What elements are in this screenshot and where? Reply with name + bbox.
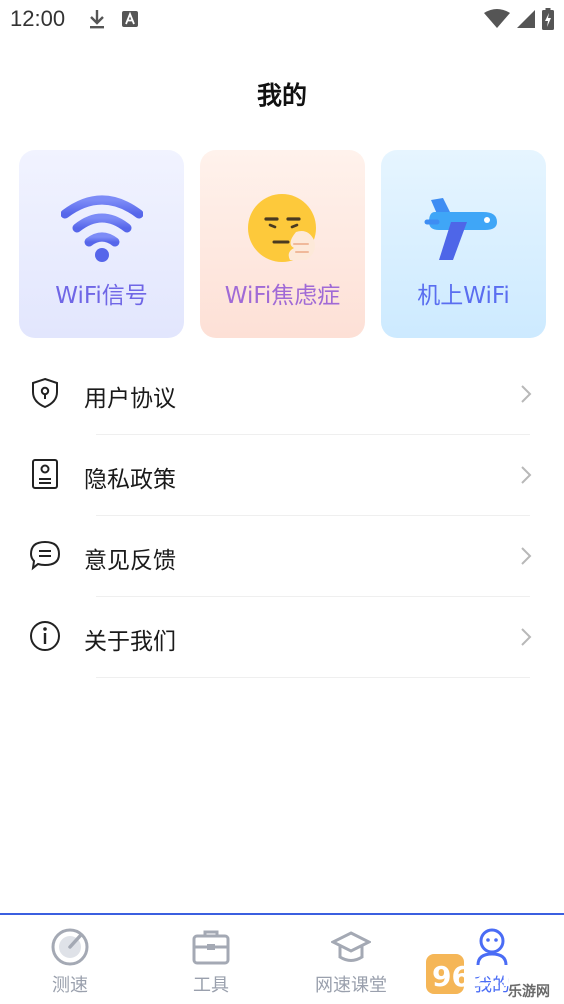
wifi-anxiety-card-label: WiFi焦虑症 (224, 283, 341, 309)
wifi-signal-card[interactable]: WiFi信号 (19, 150, 184, 338)
shield-lock-icon (32, 377, 58, 409)
wifi-signal-icon (484, 9, 510, 28)
wifi-icon (61, 195, 143, 262)
menu-item-feedback[interactable]: 意见反馈 (0, 516, 564, 597)
a-notification-icon (122, 11, 138, 27)
menu-item-label: 关于我们 (84, 629, 176, 655)
airplane-icon (424, 198, 497, 260)
watermark-logo: 962.NET 乐游网 (426, 954, 560, 1000)
feature-cards: WiFi信号 WiFi焦虑症 机上WiFi (19, 150, 546, 338)
wifi-signal-card-label: WiFi信号 (55, 283, 148, 309)
document-icon (32, 459, 58, 489)
nav-speed-test[interactable]: 测速 (20, 927, 120, 1003)
nav-tools[interactable]: 工具 (161, 927, 261, 1003)
info-icon (30, 621, 60, 651)
download-icon (90, 10, 104, 29)
anxious-face-icon (248, 194, 316, 262)
wifi-anxiety-card[interactable]: WiFi焦虑症 (200, 150, 365, 338)
chevron-right-icon (521, 628, 532, 646)
menu-item-about-us[interactable]: 关于我们 (0, 597, 564, 678)
menu-item-privacy-policy[interactable]: 隐私政策 (0, 435, 564, 516)
menu-item-label: 用户协议 (84, 386, 176, 412)
battery-charging-icon (542, 8, 554, 30)
speedometer-icon (51, 928, 89, 966)
nav-label: 测速 (52, 975, 88, 996)
divider (96, 677, 530, 678)
nav-label: 网速课堂 (315, 975, 387, 996)
chevron-right-icon (521, 385, 532, 403)
cell-signal-icon (517, 10, 535, 28)
graduation-cap-icon (331, 931, 371, 962)
flight-wifi-card-label: 机上WiFi (417, 283, 510, 309)
status-bar: 12:00 (0, 0, 564, 40)
chevron-right-icon (521, 547, 532, 565)
menu-item-user-agreement[interactable]: 用户协议 (0, 354, 564, 435)
chevron-right-icon (521, 466, 532, 484)
menu-item-label: 隐私政策 (84, 467, 176, 493)
flight-wifi-card[interactable]: 机上WiFi (381, 150, 546, 338)
nav-label: 工具 (193, 975, 229, 996)
settings-menu: 用户协议 隐私政策 意见反馈 关于我们 (0, 354, 564, 678)
status-time: 12:00 (10, 6, 66, 31)
menu-item-label: 意见反馈 (84, 548, 176, 574)
page-title: 我的 (256, 81, 307, 110)
chat-bubble-icon (29, 540, 61, 571)
nav-speed-class[interactable]: 网速课堂 (301, 927, 401, 1003)
toolbox-icon (192, 930, 230, 965)
watermark-subtext: 乐游网 (508, 983, 550, 1000)
